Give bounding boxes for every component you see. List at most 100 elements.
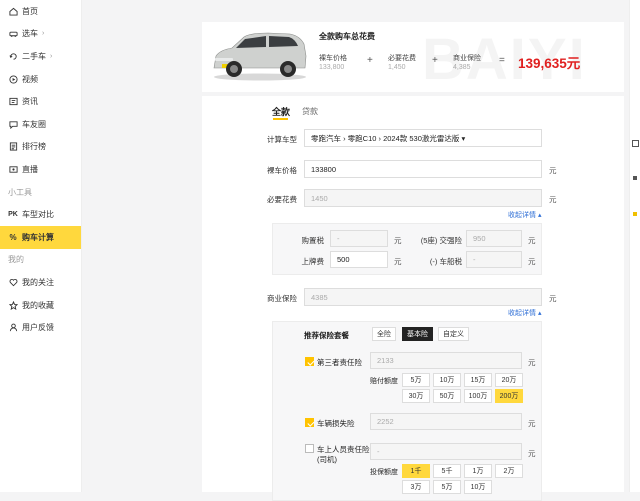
amount-option[interactable]: 5万 (402, 373, 430, 387)
sidebar-item-video[interactable]: 视频 (0, 68, 81, 91)
price-label: 裸车价格 (267, 166, 297, 175)
amount-option-selected[interactable]: 200万 (495, 389, 523, 403)
sidebar-item-label: 车型对比 (22, 210, 54, 220)
calculator-form: 全款 贷款 计算车型 零跑汽车 › 零跑C10 › 2024款 530激光雷达版… (202, 96, 624, 501)
amount-option[interactable]: 30万 (402, 389, 430, 403)
sidebar-item-news[interactable]: 资讯 (0, 90, 81, 113)
sidebar-item-feedback[interactable]: 用户反馈 (0, 316, 81, 339)
passenger-sublabel: (司机) (317, 455, 337, 464)
unit-label: 元 (528, 257, 536, 266)
sidebar-item-label: 用户反馈 (22, 323, 54, 333)
summary-card: BAIYI 全款购车总花费 裸车价格 133,800 + 必要花费 1,450 … (202, 22, 624, 92)
sidebar: 首页 选车 › 二手车 › 视频 资讯 车友圈 排行榜 直播 小工具 PK 车型… (0, 0, 82, 492)
sidebar-item-home[interactable]: 首页 (0, 0, 81, 23)
unit-label: 元 (394, 257, 402, 266)
video-icon (8, 74, 18, 84)
coverage-option[interactable]: 1万 (464, 464, 492, 478)
insurance-label: 商业保险 (453, 55, 481, 62)
required-label: 必要花费 (388, 55, 416, 62)
sidebar-item-favorites[interactable]: 我的收藏 (0, 294, 81, 317)
star-icon (8, 300, 18, 310)
right-rail (629, 0, 640, 492)
tab-full-payment[interactable]: 全款 (272, 105, 290, 118)
amount-option[interactable]: 50万 (433, 389, 461, 403)
required-input: 1450 (304, 189, 542, 207)
required-value: 1,450 (388, 64, 406, 71)
chevron-right-icon: › (50, 52, 53, 60)
sidebar-item-label: 直播 (22, 164, 38, 174)
sidebar-item-select-car[interactable]: 选车 › (0, 23, 81, 46)
tab-loan[interactable]: 贷款 (302, 106, 318, 117)
amount-option[interactable]: 100万 (464, 389, 492, 403)
used-car-icon (8, 51, 18, 61)
sidebar-item-label: 视频 (22, 74, 38, 84)
compare-icon: PK (8, 211, 18, 219)
community-icon (8, 119, 18, 129)
sidebar-item-follow[interactable]: 我的关注 (0, 271, 81, 294)
summary-title: 全款购车总花费 (319, 32, 375, 41)
collapse-details-link[interactable]: 收起详情 ▴ (508, 210, 541, 220)
unit-label: 元 (549, 195, 557, 204)
section-tools: 小工具 (8, 187, 32, 197)
coverage-option[interactable]: 2万 (495, 464, 523, 478)
sidebar-item-calculator[interactable]: % 购车计算 (0, 225, 81, 249)
third-party-input: 2133 (370, 352, 522, 369)
sidebar-item-label: 首页 (22, 6, 38, 16)
qrcode-icon (632, 140, 639, 147)
price-input[interactable]: 133800 (304, 160, 542, 178)
coverage-option[interactable]: 5千 (433, 464, 461, 478)
amount-option[interactable]: 20万 (495, 373, 523, 387)
damage-label: 车辆损失险 (317, 419, 355, 428)
sidebar-item-compare[interactable]: PK 车型对比 (0, 203, 81, 226)
car-icon (8, 29, 18, 39)
purchase-tax-input: - (330, 230, 388, 247)
coverage-option-selected[interactable]: 1千 (402, 464, 430, 478)
sidebar-item-used-car[interactable]: 二手车 › (0, 45, 81, 68)
purchase-tax-label: 购置税 (301, 236, 325, 245)
unit-label: 元 (549, 294, 557, 303)
sidebar-item-label: 资讯 (22, 97, 38, 107)
car-image (213, 32, 307, 81)
insurance-label: 商业保险 (267, 294, 297, 303)
unit-label: 元 (528, 449, 536, 458)
insurance-input: 4385 (304, 288, 542, 306)
sidebar-item-community[interactable]: 车友圈 (0, 113, 81, 136)
vehicle-tax-input: - (466, 251, 522, 268)
amount-option[interactable]: 15万 (464, 373, 492, 387)
plan-full-button[interactable]: 全险 (372, 327, 396, 341)
third-party-checkbox[interactable] (305, 357, 314, 366)
plan-label: 推荐保险套餐 (304, 331, 349, 340)
plan-custom-button[interactable]: 自定义 (438, 327, 469, 341)
unit-label: 元 (528, 236, 536, 245)
amount-option[interactable]: 10万 (433, 373, 461, 387)
calculator-icon: % (9, 232, 17, 242)
unit-label: 元 (394, 236, 402, 245)
damage-input: 2252 (370, 413, 522, 430)
unit-label: 元 (528, 358, 536, 367)
sidebar-item-label: 二手车 (22, 51, 46, 61)
license-fee-input[interactable]: 500 (330, 251, 388, 268)
ranking-icon (8, 142, 18, 152)
chevron-right-icon: › (42, 30, 45, 38)
collapse-insurance-link[interactable]: 收起详情 ▴ (508, 308, 541, 318)
home-icon (8, 6, 18, 16)
required-label: 必要花费 (267, 195, 297, 204)
price-label: 裸车价格 (319, 55, 347, 62)
live-icon (8, 164, 18, 174)
rail-marker (633, 212, 637, 216)
feedback-icon (8, 323, 18, 333)
coverage-label: 投保额度 (370, 469, 398, 476)
third-party-label: 第三者责任险 (317, 358, 362, 367)
sidebar-item-live[interactable]: 直播 (0, 158, 81, 181)
passenger-checkbox[interactable] (305, 444, 314, 453)
plus-sign: + (432, 55, 438, 66)
damage-checkbox[interactable] (305, 418, 314, 427)
sidebar-item-ranking[interactable]: 排行榜 (0, 136, 81, 159)
sidebar-item-label: 车友圈 (22, 119, 46, 129)
model-select[interactable]: 零跑汽车 › 零跑C10 › 2024款 530激光雷达版 ▾ (304, 129, 542, 147)
plan-basic-button[interactable]: 基本险 (402, 327, 433, 341)
rail-marker (633, 176, 637, 180)
plus-sign: + (367, 55, 373, 66)
sidebar-item-label: 排行榜 (22, 142, 46, 152)
tab-underline (273, 118, 288, 120)
